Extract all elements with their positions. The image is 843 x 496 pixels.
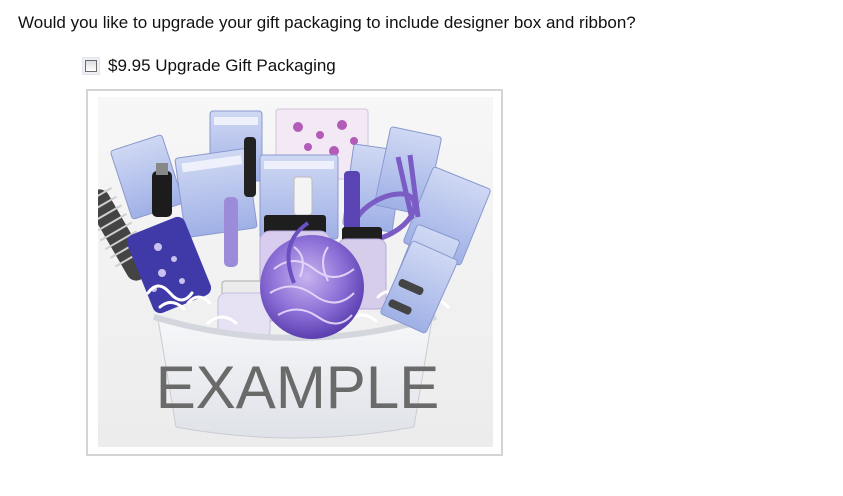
upgrade-option-label[interactable]: $9.95 Upgrade Gift Packaging <box>108 55 336 77</box>
example-image-frame: EXAMPLE <box>86 89 503 456</box>
checkbox-box <box>85 60 97 72</box>
upgrade-option[interactable]: $9.95 Upgrade Gift Packaging <box>82 55 336 77</box>
upgrade-checkbox[interactable] <box>82 57 100 75</box>
upgrade-question: Would you like to upgrade your gift pack… <box>18 13 636 32</box>
gift-basket-photo: EXAMPLE <box>98 97 493 447</box>
example-watermark: EXAMPLE <box>155 354 440 421</box>
